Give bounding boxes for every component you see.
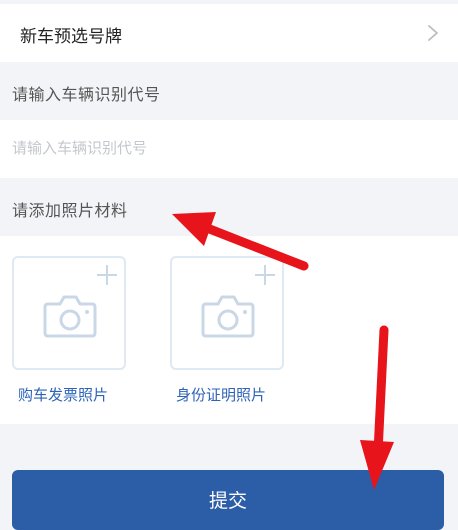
- vin-input[interactable]: [12, 130, 432, 166]
- new-plate-preselect-row[interactable]: 新车预选号牌: [0, 4, 458, 62]
- vin-section-label: 请输入车辆识别代号: [12, 85, 161, 104]
- vin-input-row: [0, 120, 458, 178]
- new-plate-preselect-label: 新车预选号牌: [20, 27, 122, 47]
- camera-icon: [43, 295, 97, 338]
- photo-section-label: 请添加照片材料: [12, 201, 128, 220]
- id-photo-caption: 身份证明照片: [176, 386, 267, 404]
- camera-icon: [201, 295, 255, 338]
- photo-upload-area: 购车发票照片 身份证明照片: [0, 236, 458, 424]
- plus-icon: [97, 265, 117, 285]
- id-photo-upload[interactable]: [170, 256, 284, 370]
- submit-button[interactable]: 提交: [12, 470, 444, 530]
- plus-icon: [255, 265, 275, 285]
- vin-section-header: 请输入车辆识别代号: [0, 62, 458, 120]
- invoice-photo-caption: 购车发票照片: [18, 386, 109, 404]
- invoice-photo-upload[interactable]: [12, 256, 126, 370]
- chevron-right-icon: [428, 25, 438, 41]
- photo-section-header: 请添加照片材料: [0, 178, 458, 236]
